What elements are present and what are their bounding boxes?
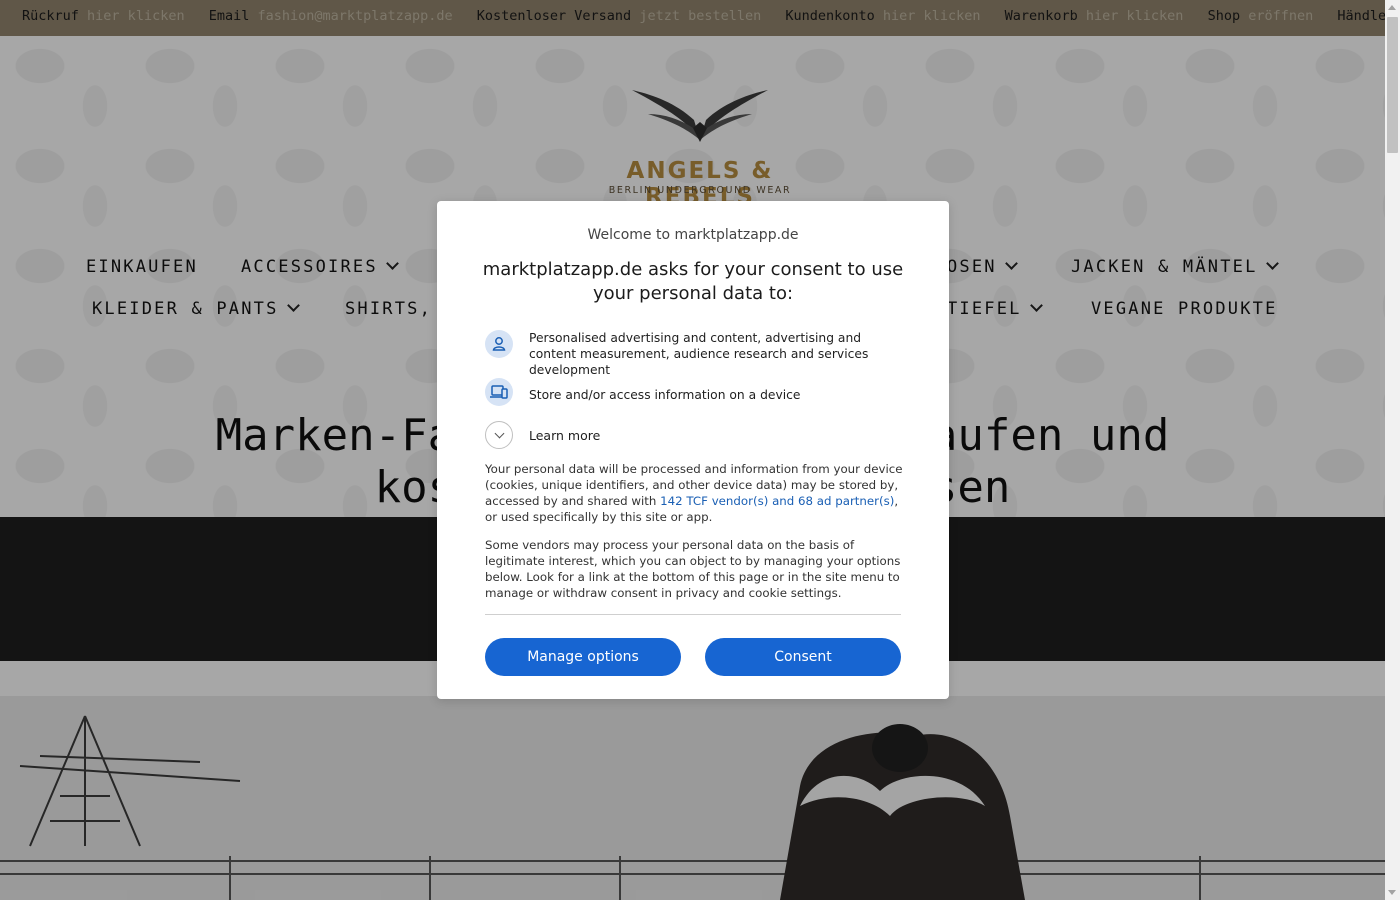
learn-more-toggle[interactable]: Learn more [485, 421, 905, 449]
dialog-welcome: Welcome to marktplatzapp.de [587, 227, 799, 243]
purpose-personalised-ads: Personalised advertising and content, ad… [485, 330, 905, 377]
vertical-scrollbar[interactable] [1385, 0, 1400, 900]
manage-options-button[interactable]: Manage options [485, 638, 681, 676]
person-icon [485, 330, 513, 358]
dialog-divider [485, 614, 901, 615]
dialog-heading: marktplatzapp.de asks for your consent t… [482, 259, 904, 304]
scrollbar-thumb[interactable] [1387, 17, 1398, 153]
vendors-link[interactable]: 142 TCF vendor(s) and 68 ad partner(s) [660, 494, 894, 508]
purpose-text: Store and/or access information on a dev… [529, 388, 801, 402]
chevron-down-icon[interactable] [485, 421, 513, 449]
consent-button[interactable]: Consent [705, 638, 901, 676]
dialog-paragraph-legitimate-interest: Some vendors may process your personal d… [485, 538, 901, 600]
learn-more-label[interactable]: Learn more [529, 428, 600, 444]
scroll-up-icon[interactable] [1388, 5, 1396, 10]
purpose-store-access: Store and/or access information on a dev… [485, 378, 905, 406]
consent-dialog: Welcome to marktplatzapp.de marktplatzap… [437, 201, 949, 699]
purpose-text: Personalised advertising and content, ad… [529, 331, 869, 377]
dialog-paragraph-processing: Your personal data will be processed and… [485, 461, 903, 525]
device-icon [485, 378, 513, 406]
scroll-down-icon[interactable] [1388, 890, 1396, 895]
